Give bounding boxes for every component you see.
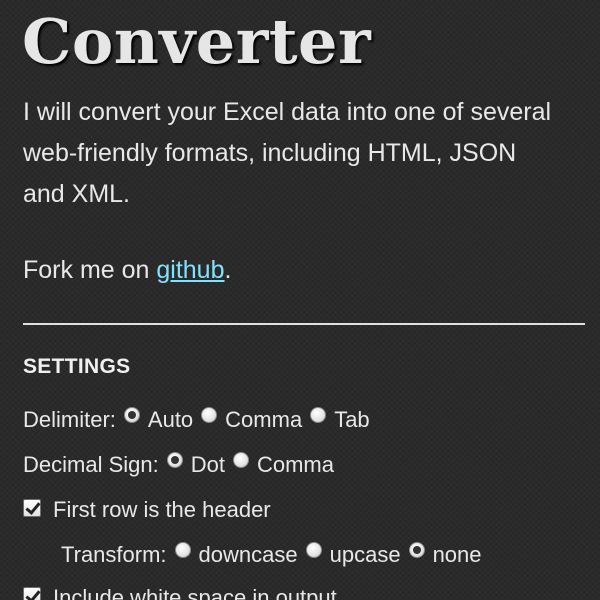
transform-option-none[interactable]: none [408,542,482,568]
delimiter-option-auto[interactable]: Auto [123,407,194,433]
transform-option-upcase[interactable]: upcase [305,542,401,568]
delimiter-tab-label: Tab [334,407,370,432]
include-whitespace-checkbox[interactable] [23,587,41,600]
delimiter-label: Delimiter: [23,407,116,432]
transform-row: Transform: downcase upcase none [61,539,490,571]
intro-text: I will convert your Excel data into one … [23,98,552,208]
fork-suffix: . [224,256,232,284]
fork-prefix: Fork me on [23,256,157,284]
first-row-header-row[interactable]: First row is the header [23,494,271,526]
decimal-sign-label: Decimal Sign: [23,452,159,477]
decimal-option-dot[interactable]: Dot [166,452,225,478]
transform-downcase-label: downcase [198,542,298,567]
transform-upcase-radio[interactable] [305,542,322,558]
decimal-sign-row: Decimal Sign: Dot Comma [23,449,342,481]
fork-line: Fork me on github. [23,250,231,291]
decimal-dot-radio[interactable] [166,452,183,468]
page-title: Converter [22,5,372,78]
delimiter-auto-radio[interactable] [123,407,140,423]
include-whitespace-label: Include white space in output [53,585,337,600]
first-row-header-label: First row is the header [53,497,271,522]
delimiter-comma-radio[interactable] [201,407,218,423]
section-divider [23,323,585,325]
decimal-comma-label: Comma [256,452,334,477]
delimiter-option-tab[interactable]: Tab [310,407,370,433]
settings-heading: SETTINGS [23,355,131,378]
delimiter-tab-radio[interactable] [310,407,327,423]
transform-none-label: none [432,542,482,567]
delimiter-row: Delimiter: Auto Comma Tab [23,404,378,436]
first-row-header-checkbox[interactable] [23,499,41,517]
github-link[interactable]: github [156,256,224,284]
transform-downcase-radio[interactable] [174,542,191,558]
delimiter-comma-label: Comma [225,407,303,432]
delimiter-option-comma[interactable]: Comma [201,407,302,433]
transform-option-downcase[interactable]: downcase [174,542,298,568]
transform-upcase-label: upcase [329,542,401,567]
delimiter-auto-label: Auto [147,407,194,432]
decimal-option-comma[interactable]: Comma [232,452,334,478]
transform-none-radio[interactable] [408,542,425,558]
decimal-comma-radio[interactable] [232,452,249,468]
include-whitespace-row[interactable]: Include white space in output [23,582,337,600]
transform-label: Transform: [61,542,167,567]
decimal-dot-label: Dot [190,452,225,477]
